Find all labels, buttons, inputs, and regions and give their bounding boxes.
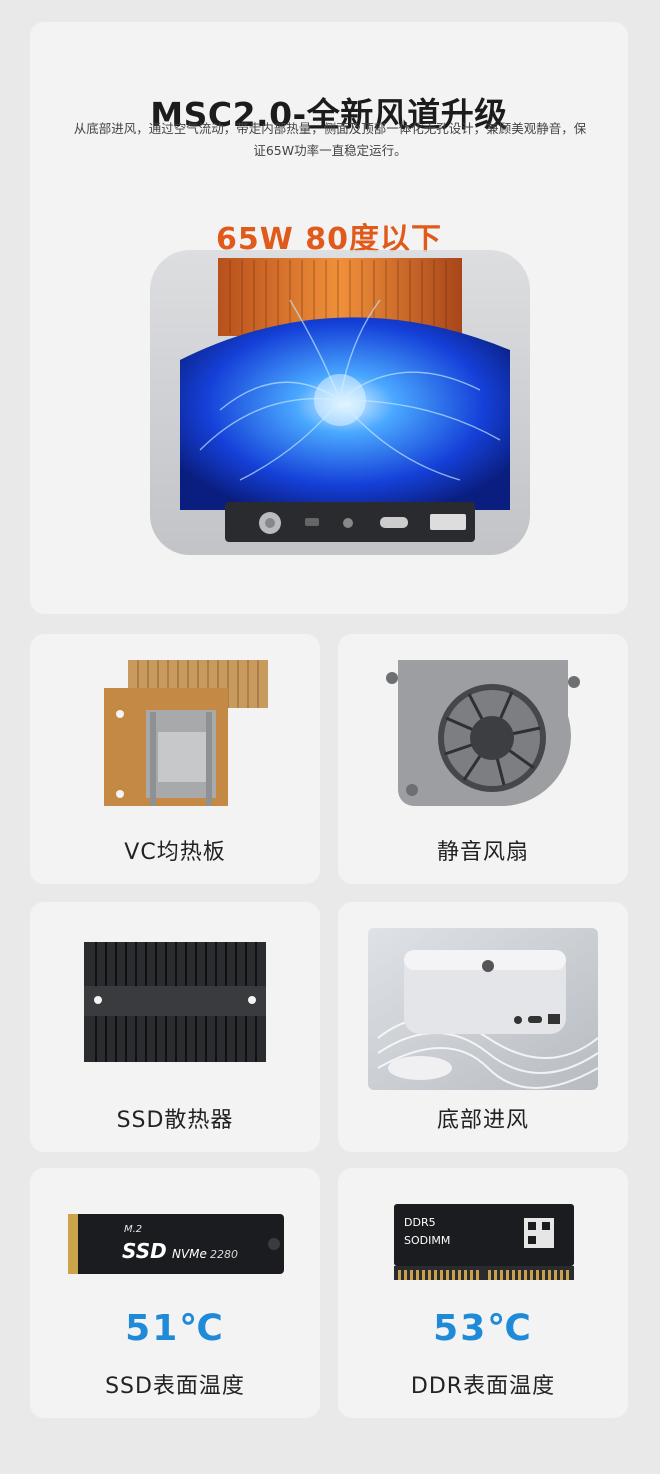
- svg-text:SSD: SSD: [122, 1239, 167, 1263]
- feature-card-vc: VC均热板: [30, 634, 320, 884]
- ram-icon: DDR5 SODIMM: [394, 1204, 574, 1280]
- svg-text:M.2: M.2: [124, 1224, 142, 1235]
- svg-text:2280: 2280: [210, 1248, 238, 1261]
- temp-card-ssd: M.2 SSD NVMe 2280 51℃ SSD表面温度: [30, 1168, 320, 1418]
- feature-card-heatsink: SSD散热器: [30, 902, 320, 1152]
- svg-text:NVMe: NVMe: [172, 1247, 207, 1261]
- ddr-temperature-value: 53℃: [433, 1308, 533, 1349]
- hero-description: 从底部进风，通过空气流动，带走内部热量，侧面及顶部一体化无孔设计，兼顾美观静音，…: [73, 121, 587, 158]
- feature-label: SSD散热器: [116, 1108, 234, 1133]
- feature-label: VC均热板: [124, 840, 226, 865]
- vapor-chamber-icon: [104, 660, 268, 806]
- airflow-hero-card: MSC2.0-全新风道升级 从底部进风，通过空气流动，带走内部热量，侧面及顶部一…: [30, 22, 628, 614]
- feature-label: 静音风扇: [436, 840, 529, 865]
- ssd-temperature-value: 51℃: [125, 1308, 225, 1349]
- airflow-device-illustration: [150, 250, 530, 555]
- temp-label: SSD表面温度: [105, 1374, 245, 1399]
- feature-card-fan: 静音风扇: [338, 634, 628, 884]
- temp-label: DDR表面温度: [410, 1374, 556, 1399]
- svg-text:DDR5: DDR5: [404, 1216, 436, 1229]
- feature-label: 底部进风: [436, 1108, 529, 1133]
- fan-icon: [386, 660, 580, 807]
- svg-text:SODIMM: SODIMM: [404, 1234, 450, 1247]
- temp-card-ddr: DDR5 SODIMM 53℃ DDR表面温度: [338, 1168, 628, 1418]
- heatsink-icon: [84, 942, 266, 1062]
- mini-pc-icon: [368, 928, 598, 1090]
- ssd-icon: M.2 SSD NVMe 2280: [68, 1214, 284, 1274]
- feature-card-intake: 底部进风: [338, 902, 628, 1152]
